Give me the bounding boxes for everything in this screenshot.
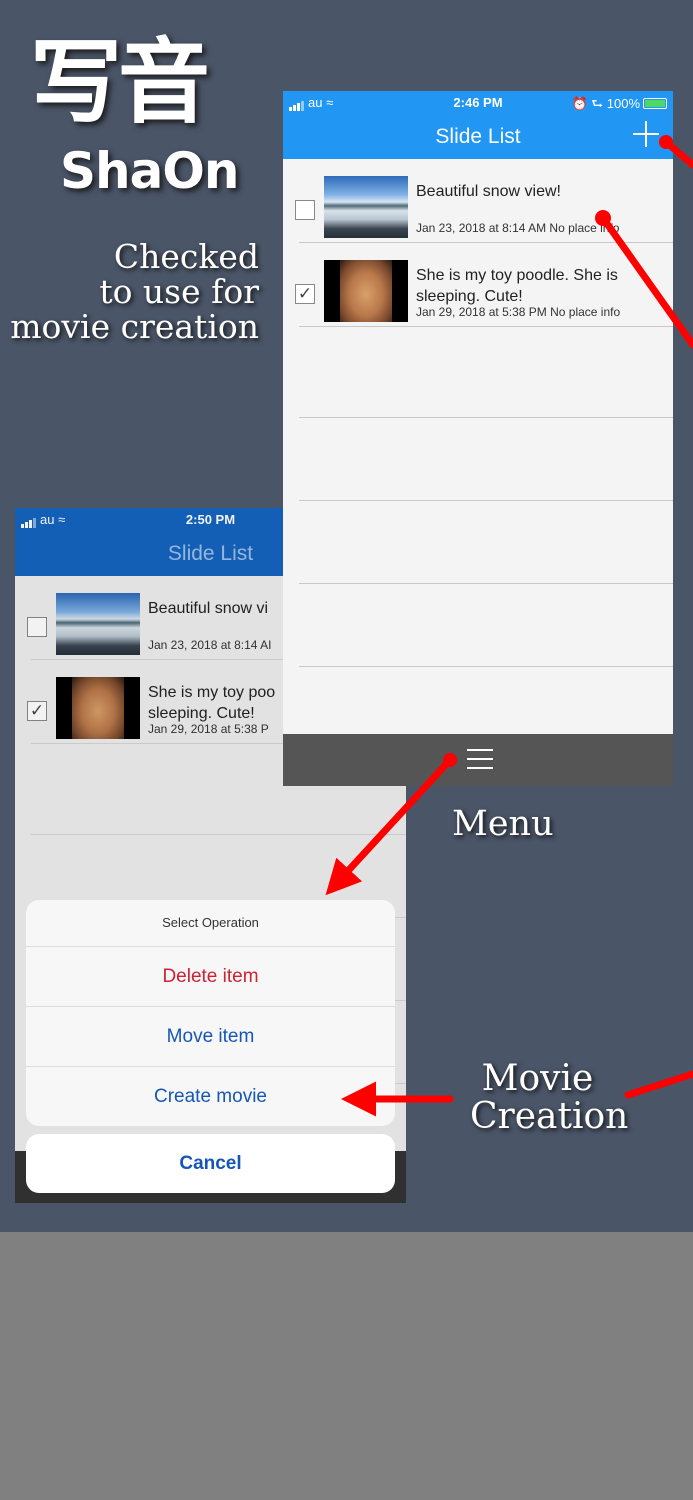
pointer-line-list-item: [599, 214, 693, 349]
pointer-dot-list-item: [595, 210, 611, 226]
pointer-dot-add-icon: [659, 135, 673, 149]
pointer-dot-menu: [443, 753, 457, 767]
pointer-line-right-edge: [624, 1070, 693, 1099]
arrow-to-menu-icon: [325, 756, 454, 896]
annotation-arrows: [325, 135, 693, 1117]
